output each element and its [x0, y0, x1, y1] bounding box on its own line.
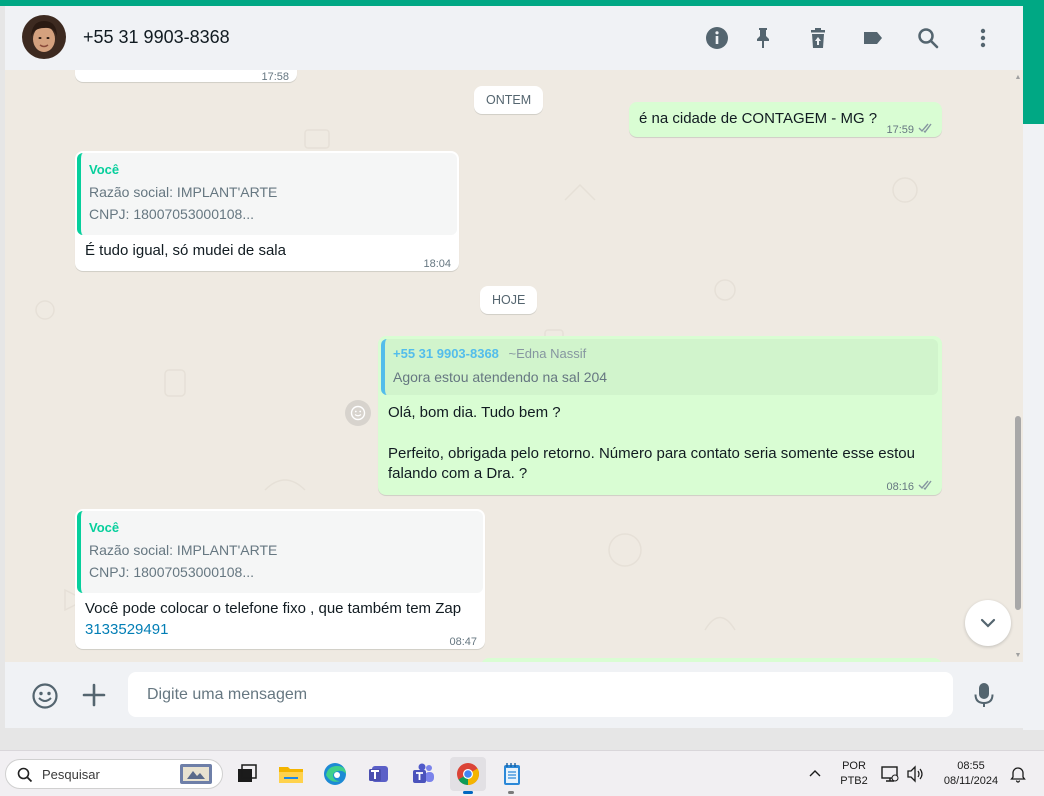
read-receipt-icon [918, 119, 934, 139]
quoted-message[interactable]: +55 31 9903-8368 ~Edna Nassif Agora esto… [381, 339, 938, 395]
language-label: POR [842, 760, 866, 772]
chevron-down-icon [980, 618, 996, 628]
message-text: É tudo igual, só mudei de sala [85, 242, 286, 259]
taskbar-search-label: Pesquisar [42, 767, 100, 782]
contact-avatar[interactable] [22, 15, 66, 59]
quoted-author: Você [89, 520, 120, 535]
message-bubble-outgoing[interactable]: é na cidade de CONTAGEM - MG ? 17:59 [629, 102, 942, 137]
notepad-icon[interactable] [497, 760, 527, 794]
info-icon[interactable] [704, 25, 730, 51]
search-highlight-icon [180, 764, 212, 784]
quoted-line: CNPJ: 18007053000108... [89, 206, 255, 222]
taskbar-search-box[interactable]: Pesquisar [5, 759, 223, 789]
edge-browser-icon[interactable] [320, 760, 350, 788]
teams-classic-icon[interactable] [364, 760, 394, 788]
scroll-to-bottom-button[interactable] [965, 600, 1011, 646]
message-time: 17:58 [261, 71, 289, 83]
conversation-panel[interactable]: 17:58 ONTEM é na cidade de CONTAGEM - MG… [5, 70, 1023, 662]
scroll-up-arrow-icon[interactable]: ▲ [1014, 74, 1022, 82]
quoted-message[interactable]: Você Razão social: IMPLANT'ARTE CNPJ: 18… [77, 511, 483, 593]
pin-icon[interactable] [750, 25, 776, 51]
quoted-line: Razão social: IMPLANT'ARTE [89, 542, 278, 558]
scroll-down-arrow-icon[interactable]: ▼ [1014, 652, 1022, 660]
quoted-author: +55 31 9903-8368 [393, 346, 499, 361]
message-text: Você pode colocar o telefone fixo , que … [85, 600, 462, 617]
delete-icon[interactable] [805, 25, 831, 51]
message-text: Perfeito, obrigada pelo retorno. Número … [388, 445, 915, 462]
window-right-gutter [1023, 124, 1044, 730]
teams-icon[interactable] [408, 760, 438, 788]
notification-bell-icon[interactable] [1010, 765, 1026, 783]
menu-icon[interactable] [970, 25, 996, 51]
message-time: 18:04 [423, 258, 451, 270]
task-view-icon[interactable] [232, 760, 262, 788]
message-time: 08:16 [886, 481, 914, 493]
file-explorer-icon[interactable] [276, 760, 306, 788]
message-text: falando com a Dra. ? [388, 465, 528, 482]
scrollbar-track[interactable]: ▲ ▼ [1014, 74, 1022, 660]
input-language[interactable]: POR PTB2 [836, 759, 872, 789]
emoji-react-icon[interactable] [345, 400, 371, 426]
search-icon [17, 767, 33, 783]
contact-name[interactable]: +55 31 9903-8368 [83, 27, 230, 48]
quoted-line: Agora estou atendendo na sal 204 [393, 369, 608, 385]
message-bubble-incoming[interactable]: Você Razão social: IMPLANT'ARTE CNPJ: 18… [75, 151, 459, 271]
search-icon[interactable] [915, 25, 941, 51]
clock-time: 08:55 [957, 760, 985, 772]
attach-plus-icon[interactable] [81, 682, 107, 708]
phone-link[interactable]: 3133529491 [85, 620, 168, 640]
active-app-indicator [463, 791, 473, 794]
microphone-icon[interactable] [972, 681, 996, 709]
date-chip-yesterday: ONTEM [474, 86, 544, 114]
message-text: é na cidade de CONTAGEM - MG ? [639, 110, 878, 127]
system-clock[interactable]: 08:55 08/11/2024 [934, 759, 1008, 789]
message-input[interactable] [128, 672, 953, 717]
network-icon[interactable] [880, 764, 900, 784]
label-icon[interactable] [860, 25, 886, 51]
date-chip-today: HOJE [480, 286, 538, 314]
quoted-line: CNPJ: 18007053000108... [89, 564, 255, 580]
window-right-accent [1023, 6, 1044, 124]
quoted-author: Você [89, 162, 120, 177]
message-bubble-incoming[interactable]: 17:58 [75, 70, 297, 83]
emoji-icon[interactable] [31, 682, 59, 710]
keyboard-label: PTB2 [840, 775, 868, 787]
chat-header: +55 31 9903-8368 [5, 6, 1023, 70]
read-receipt-icon [918, 476, 934, 496]
message-time: 17:59 [886, 124, 914, 136]
chrome-browser-icon[interactable] [450, 757, 486, 794]
quoted-message[interactable]: Você Razão social: IMPLANT'ARTE CNPJ: 18… [77, 153, 457, 235]
message-time: 08:47 [449, 636, 477, 648]
show-hidden-icons-icon[interactable] [806, 765, 824, 783]
volume-icon[interactable] [905, 764, 925, 784]
composer-bar [5, 662, 1023, 728]
windows-taskbar: Pesquisar POR PTB2 08:55 08/11/2024 [0, 750, 1044, 796]
quoted-author-alias: ~Edna Nassif [508, 346, 587, 361]
message-bubble-outgoing[interactable]: +55 31 9903-8368 ~Edna Nassif Agora esto… [378, 336, 942, 495]
message-text: Olá, bom dia. Tudo bem ? [388, 404, 561, 421]
open-app-indicator [508, 791, 514, 794]
quoted-line: Razão social: IMPLANT'ARTE [89, 184, 278, 200]
message-bubble-incoming[interactable]: Você Razão social: IMPLANT'ARTE CNPJ: 18… [75, 509, 485, 649]
scrollbar-thumb[interactable] [1015, 416, 1021, 610]
clock-date: 08/11/2024 [943, 775, 999, 787]
whatsapp-window: +55 31 9903-8368 17:58 ONTEM é na cidade… [5, 6, 1023, 728]
